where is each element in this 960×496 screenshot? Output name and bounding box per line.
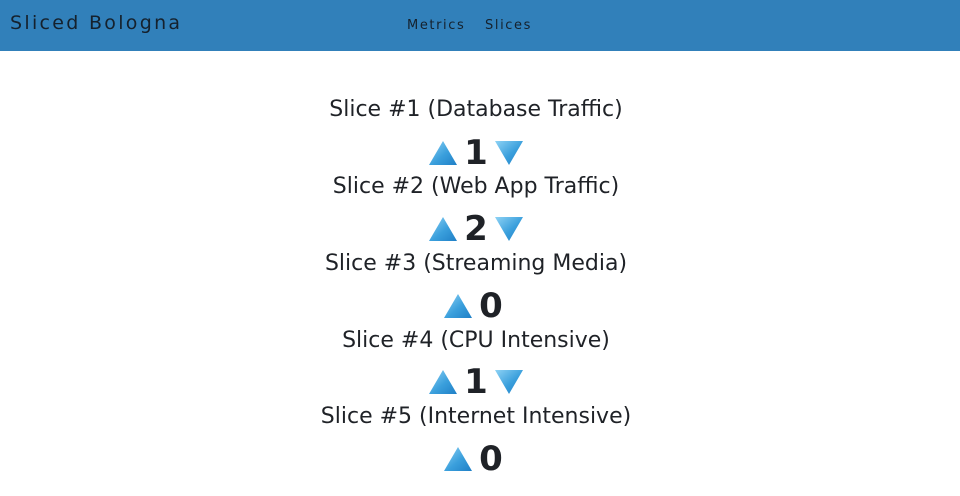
- slice-title: Slice #2 (Web App Traffic): [332, 174, 620, 199]
- increment-button[interactable]: [443, 446, 473, 472]
- slice-controls: 0: [0, 439, 952, 479]
- slice-count: 0: [479, 286, 503, 326]
- slice-count: 0: [479, 439, 503, 479]
- slice-controls: 0: [0, 286, 952, 326]
- slice-count: 1: [464, 362, 488, 402]
- increment-button[interactable]: [443, 293, 473, 319]
- slice-title: Slice #5 (Internet Intensive): [320, 404, 632, 429]
- decrement-button[interactable]: [494, 140, 524, 166]
- triangle-down-icon: [494, 141, 523, 165]
- triangle-up-icon: [429, 370, 458, 394]
- slice-controls: 2: [0, 209, 952, 249]
- slice-controls: 1: [0, 362, 952, 402]
- decrement-button[interactable]: [494, 369, 524, 395]
- navbar: Sliced Bologna Metrics Slices: [0, 0, 960, 51]
- increment-button[interactable]: [428, 369, 458, 395]
- slice-title: Slice #1 (Database Traffic): [329, 97, 623, 122]
- triangle-up-icon: [444, 294, 473, 318]
- decrement-button[interactable]: [494, 216, 524, 242]
- slice-count: 2: [464, 209, 488, 249]
- triangle-down-icon: [494, 370, 523, 394]
- increment-button[interactable]: [428, 140, 458, 166]
- slice-title: Slice #3 (Streaming Media): [324, 251, 628, 276]
- increment-button[interactable]: [428, 216, 458, 242]
- triangle-up-icon: [444, 447, 473, 471]
- nav-link-slices[interactable]: Slices: [485, 18, 532, 33]
- slice-title: Slice #4 (CPU Intensive): [342, 328, 610, 353]
- triangle-up-icon: [429, 217, 458, 241]
- slice-count: 1: [464, 133, 488, 173]
- triangle-down-icon: [494, 217, 523, 241]
- triangle-up-icon: [429, 141, 458, 165]
- brand-title[interactable]: Sliced Bologna: [10, 12, 182, 34]
- nav-link-metrics[interactable]: Metrics: [407, 18, 465, 33]
- slice-controls: 1: [0, 133, 952, 173]
